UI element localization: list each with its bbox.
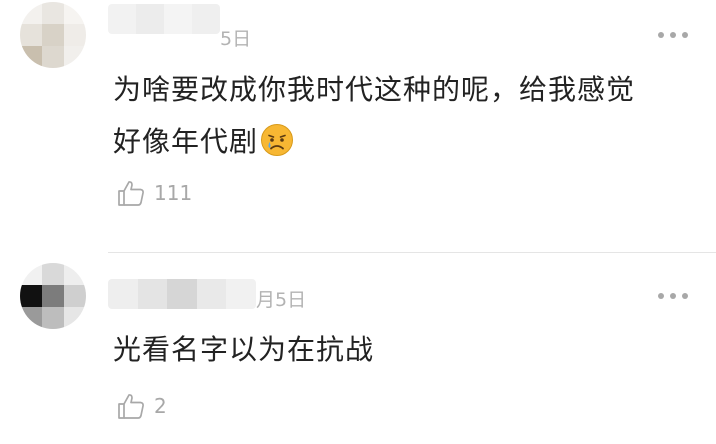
more-options-icon[interactable] xyxy=(658,292,688,300)
comment-item: 月5日 光看名字以为在抗战 2 xyxy=(0,253,716,444)
username-blurred[interactable] xyxy=(108,4,220,34)
avatar[interactable] xyxy=(20,2,86,68)
thumbs-up-icon xyxy=(118,181,144,206)
more-options-icon[interactable] xyxy=(658,31,688,39)
like-button[interactable]: 2 xyxy=(116,391,167,421)
comment-date: 月5日 xyxy=(256,289,307,311)
comment-date: 5日 xyxy=(220,28,252,50)
like-count: 111 xyxy=(154,181,193,205)
comment-text-line: 光看名字以为在抗战 xyxy=(113,333,375,366)
comment-text: 为啥要改成你我时代这种的呢，给我感觉 好像年代剧 xyxy=(113,64,693,168)
comment-text: 光看名字以为在抗战 xyxy=(113,324,693,376)
comment-item: 5日 为啥要改成你我时代这种的呢，给我感觉 好像年代剧 111 xyxy=(0,0,716,253)
comment-text-line: 好像年代剧 xyxy=(113,125,259,158)
like-count: 2 xyxy=(154,394,167,418)
username-blurred[interactable] xyxy=(108,279,256,309)
comment-text-line: 为啥要改成你我时代这种的呢，给我感觉 xyxy=(113,73,636,106)
sad-tear-face-icon xyxy=(261,124,294,156)
like-button[interactable]: 111 xyxy=(116,178,192,208)
avatar[interactable] xyxy=(20,263,86,329)
thumbs-up-icon xyxy=(118,394,144,419)
